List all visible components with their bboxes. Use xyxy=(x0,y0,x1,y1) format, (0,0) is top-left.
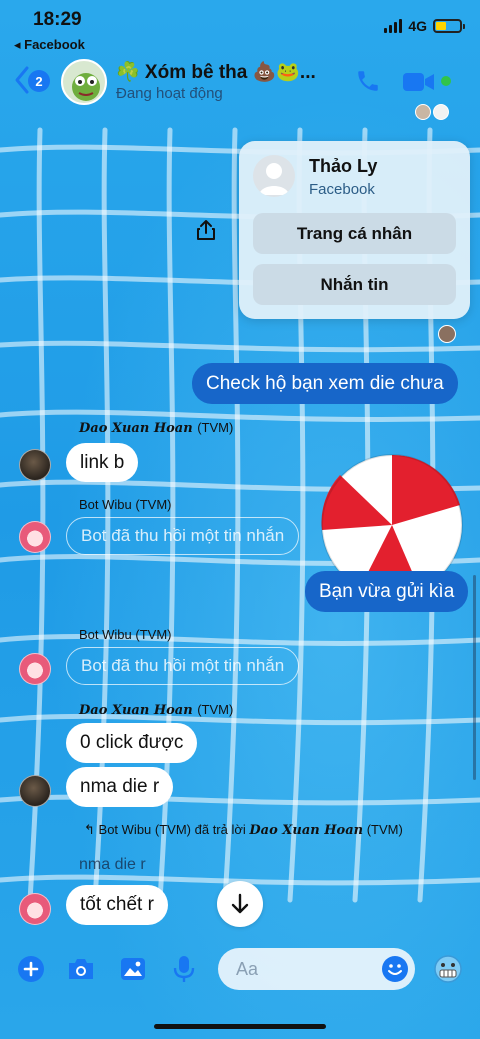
battery-icon xyxy=(433,19,465,33)
gallery-icon[interactable] xyxy=(118,954,148,984)
sender-name: Dao Xuan Hoan (TVM) xyxy=(79,420,233,436)
sender-tag: (TVM) xyxy=(135,627,172,642)
scrollbar[interactable] xyxy=(473,575,476,780)
recalled-message: Bot đã thu hồi một tin nhắn xyxy=(66,647,300,685)
quoted-message[interactable]: nma die r xyxy=(79,856,146,874)
popover-source: Facebook xyxy=(309,181,375,198)
network-type: 4G xyxy=(408,18,427,34)
unread-count-badge[interactable]: 2 xyxy=(28,70,50,92)
sender-avatar[interactable] xyxy=(19,653,51,685)
reply-target-tag: (TVM) xyxy=(366,822,403,837)
online-indicator xyxy=(441,76,451,86)
send-message-button[interactable]: Nhắn tin xyxy=(253,264,456,305)
seen-avatar xyxy=(415,104,431,120)
status-indicators: 4G xyxy=(384,18,465,34)
seen-by-avatars xyxy=(415,104,449,120)
message-input[interactable] xyxy=(236,958,376,980)
incoming-message[interactable]: nma die r xyxy=(66,767,174,807)
active-status: Đang hoạt động xyxy=(116,85,223,102)
sender-avatar[interactable] xyxy=(19,449,51,481)
sender-avatar[interactable] xyxy=(19,775,51,807)
reply-arrow-icon: ↰ xyxy=(84,822,95,837)
recalled-message: Bot đã thu hồi một tin nhắn xyxy=(66,517,300,555)
sender-avatar[interactable] xyxy=(19,893,51,925)
reply-replier: Bot Wibu (TVM) xyxy=(98,822,191,837)
home-indicator[interactable] xyxy=(154,1024,326,1029)
group-avatar[interactable] xyxy=(61,59,107,105)
sender-name: Bot Wibu (TVM) xyxy=(79,627,171,642)
video-camera-icon[interactable] xyxy=(402,71,436,93)
sender-tag: (TVM) xyxy=(197,702,234,717)
plus-icon[interactable] xyxy=(16,954,46,984)
quick-reaction-icon[interactable] xyxy=(433,954,463,984)
outgoing-message[interactable]: Check hộ bạn xem die chưa xyxy=(192,363,458,404)
share-icon[interactable] xyxy=(196,219,216,241)
incoming-message[interactable]: 0 click được xyxy=(66,723,198,763)
sender-name: Bot Wibu (TVM) xyxy=(79,497,171,512)
reply-header: ↰ Bot Wibu (TVM) đã trả lời Dao Xuan Hoa… xyxy=(84,822,403,838)
view-profile-button[interactable]: Trang cá nhân xyxy=(253,213,456,254)
group-name[interactable]: ☘️ Xóm bê tha 💩🐸... xyxy=(116,60,316,84)
status-time: 18:29 xyxy=(33,9,82,30)
incoming-message[interactable]: link b xyxy=(66,443,139,482)
sender-name-text: Dao Xuan Hoan xyxy=(79,703,193,718)
back-to-app-link[interactable]: ◂ Facebook xyxy=(14,37,85,53)
phone-icon[interactable] xyxy=(355,68,381,94)
scroll-to-bottom-button[interactable] xyxy=(217,881,263,927)
sender-tag: (TVM) xyxy=(135,497,172,512)
microphone-icon[interactable] xyxy=(169,954,199,984)
sender-tag: (TVM) xyxy=(197,420,234,435)
read-receipt-avatar xyxy=(438,325,456,343)
incoming-message[interactable]: tốt chết r xyxy=(66,885,168,925)
outgoing-message[interactable]: Bạn vừa gửi kìa xyxy=(305,571,469,612)
signal-icon xyxy=(384,19,403,33)
camera-icon[interactable] xyxy=(66,954,96,984)
seen-avatar xyxy=(433,104,449,120)
sender-name: Dao Xuan Hoan (TVM) xyxy=(79,702,233,718)
back-app-label: Facebook xyxy=(24,37,85,52)
sender-name-text: Bot Wibu xyxy=(79,627,132,642)
arrow-down-icon xyxy=(231,893,249,914)
popover-avatar xyxy=(253,155,295,197)
emoji-icon[interactable] xyxy=(381,955,409,983)
popover-name: Thảo Ly xyxy=(309,156,378,176)
reply-target: Dao Xuan Hoan xyxy=(249,823,364,838)
sender-avatar[interactable] xyxy=(19,521,51,553)
sender-name-text: Bot Wibu xyxy=(79,497,132,512)
user-popover: Thảo Ly Facebook Trang cá nhân Nhắn tin xyxy=(239,141,470,319)
sender-name-text: Dao Xuan Hoan xyxy=(79,421,193,436)
reply-verb: đã trả lời xyxy=(194,822,246,837)
